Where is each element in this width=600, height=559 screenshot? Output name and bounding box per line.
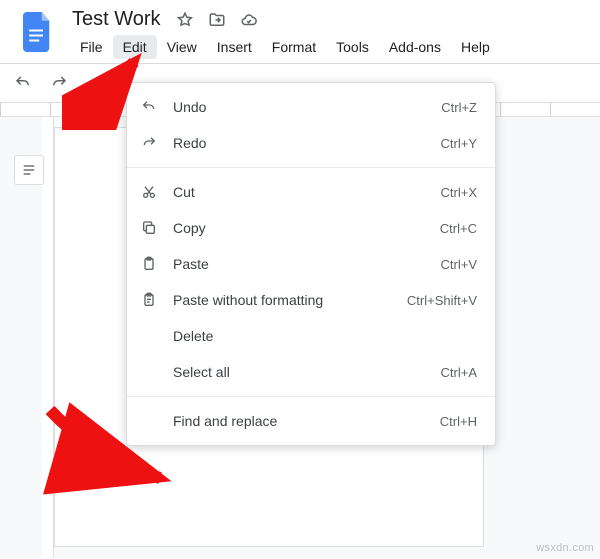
blank-icon	[139, 326, 159, 346]
app-header: Test Work File Edit	[0, 0, 600, 59]
blank-icon	[139, 411, 159, 431]
edit-dropdown-menu: Undo Ctrl+Z Redo Ctrl+Y Cut Ctrl+X Copy …	[126, 82, 496, 446]
menu-format[interactable]: Format	[262, 35, 326, 59]
menu-separator	[127, 167, 495, 168]
outline-toggle-button[interactable]	[14, 155, 44, 185]
watermark-text: wsxdn.com	[536, 542, 594, 554]
menu-item-label: Cut	[173, 184, 427, 200]
edit-menu-delete[interactable]: Delete	[127, 318, 495, 354]
blank-icon	[139, 362, 159, 382]
menu-item-label: Paste	[173, 256, 427, 272]
cloud-status-icon[interactable]	[239, 10, 259, 30]
edit-menu-paste-without-formatting[interactable]: Paste without formatting Ctrl+Shift+V	[127, 282, 495, 318]
toolbar-redo-button[interactable]	[48, 72, 70, 94]
menu-addons[interactable]: Add-ons	[379, 35, 451, 59]
toolbar-undo-button[interactable]	[12, 72, 34, 94]
menu-help[interactable]: Help	[451, 35, 500, 59]
menu-item-shortcut: Ctrl+Y	[441, 136, 477, 151]
menu-item-shortcut: Ctrl+X	[441, 185, 477, 200]
menu-item-label: Copy	[173, 220, 426, 236]
edit-menu-redo[interactable]: Redo Ctrl+Y	[127, 125, 495, 161]
menu-item-label: Select all	[173, 364, 427, 380]
menu-item-label: Redo	[173, 135, 427, 151]
menu-item-label: Find and replace	[173, 413, 426, 429]
paste-plain-icon	[139, 290, 159, 310]
cut-icon	[139, 182, 159, 202]
menu-edit[interactable]: Edit	[113, 35, 157, 59]
star-icon[interactable]	[175, 10, 195, 30]
edit-menu-paste[interactable]: Paste Ctrl+V	[127, 246, 495, 282]
menu-item-shortcut: Ctrl+Z	[441, 100, 477, 115]
vertical-ruler[interactable]	[42, 117, 54, 558]
menu-insert[interactable]: Insert	[207, 35, 262, 59]
menu-item-shortcut: Ctrl+A	[441, 365, 477, 380]
menu-item-label: Undo	[173, 99, 427, 115]
menu-view[interactable]: View	[157, 35, 207, 59]
title-row: Test Work	[70, 6, 500, 33]
menu-item-label: Paste without formatting	[173, 292, 393, 308]
move-to-folder-icon[interactable]	[207, 10, 227, 30]
menu-tools[interactable]: Tools	[326, 35, 379, 59]
menu-item-shortcut: Ctrl+Shift+V	[407, 293, 477, 308]
menu-item-label: Delete	[173, 328, 463, 344]
docs-logo[interactable]	[18, 6, 58, 58]
menu-file[interactable]: File	[70, 35, 113, 59]
menu-item-shortcut: Ctrl+C	[440, 221, 477, 236]
edit-menu-cut[interactable]: Cut Ctrl+X	[127, 174, 495, 210]
edit-menu-undo[interactable]: Undo Ctrl+Z	[127, 89, 495, 125]
menu-item-shortcut: Ctrl+V	[441, 257, 477, 272]
doc-title[interactable]: Test Work	[70, 6, 163, 33]
menu-separator	[127, 396, 495, 397]
redo-icon	[139, 133, 159, 153]
copy-icon	[139, 218, 159, 238]
docs-logo-icon	[23, 12, 53, 52]
paste-icon	[139, 254, 159, 274]
menu-bar: File Edit View Insert Format Tools Add-o…	[70, 35, 500, 59]
edit-menu-find-and-replace[interactable]: Find and replace Ctrl+H	[127, 403, 495, 439]
menu-item-shortcut: Ctrl+H	[440, 414, 477, 429]
edit-menu-copy[interactable]: Copy Ctrl+C	[127, 210, 495, 246]
undo-icon	[139, 97, 159, 117]
edit-menu-select-all[interactable]: Select all Ctrl+A	[127, 354, 495, 390]
